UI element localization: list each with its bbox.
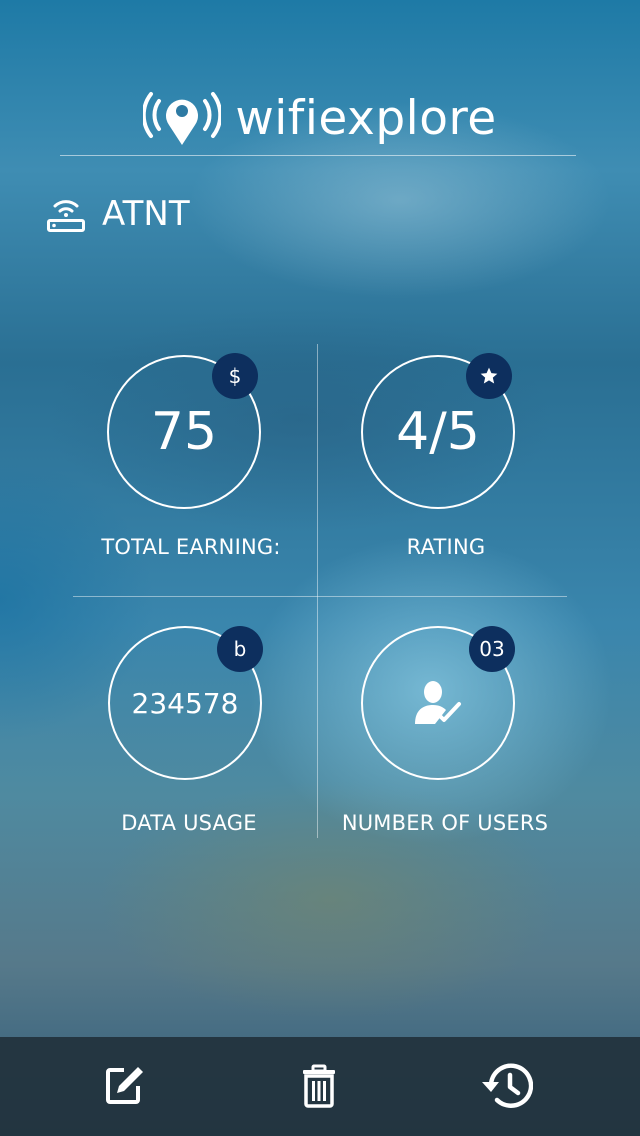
byte-badge-text: b bbox=[233, 637, 247, 661]
users-count-text: 03 bbox=[479, 637, 505, 661]
header-divider bbox=[60, 155, 576, 156]
rating-value: 4/5 bbox=[396, 402, 480, 462]
dollar-badge-text: $ bbox=[228, 364, 242, 388]
grid-horizontal-divider bbox=[73, 596, 567, 597]
users-label: NUMBER OF USERS bbox=[341, 811, 549, 835]
earning-label: TOTAL EARNING: bbox=[101, 535, 281, 559]
network-row[interactable]: ATNT bbox=[46, 192, 190, 236]
rating-label: RATING bbox=[406, 535, 486, 559]
screen: wifiexplore ATNT 75 $ TOTAL EARNING: 4/5… bbox=[0, 0, 640, 1136]
data-usage-badge: b bbox=[217, 626, 263, 672]
network-name: ATNT bbox=[102, 194, 190, 234]
router-icon bbox=[46, 194, 86, 234]
user-check-icon bbox=[413, 680, 463, 726]
app-brand-name: wifiexplore bbox=[235, 90, 497, 146]
data-usage-value: 234578 bbox=[131, 686, 239, 720]
users-count-badge: 03 bbox=[469, 626, 515, 672]
wifi-location-pin-icon bbox=[143, 89, 222, 147]
star-icon bbox=[479, 366, 499, 386]
trash-icon bbox=[299, 1064, 339, 1108]
history-button[interactable] bbox=[478, 1058, 534, 1114]
earning-badge: $ bbox=[212, 353, 258, 399]
earning-value: 75 bbox=[150, 402, 218, 462]
data-usage-label: DATA USAGE bbox=[121, 811, 257, 835]
edit-icon bbox=[102, 1064, 146, 1108]
history-icon bbox=[479, 1062, 533, 1110]
edit-button[interactable] bbox=[96, 1058, 152, 1114]
app-header: wifiexplore bbox=[0, 88, 640, 148]
delete-button[interactable] bbox=[291, 1058, 347, 1114]
grid-vertical-divider bbox=[317, 344, 318, 838]
rating-badge bbox=[466, 353, 512, 399]
